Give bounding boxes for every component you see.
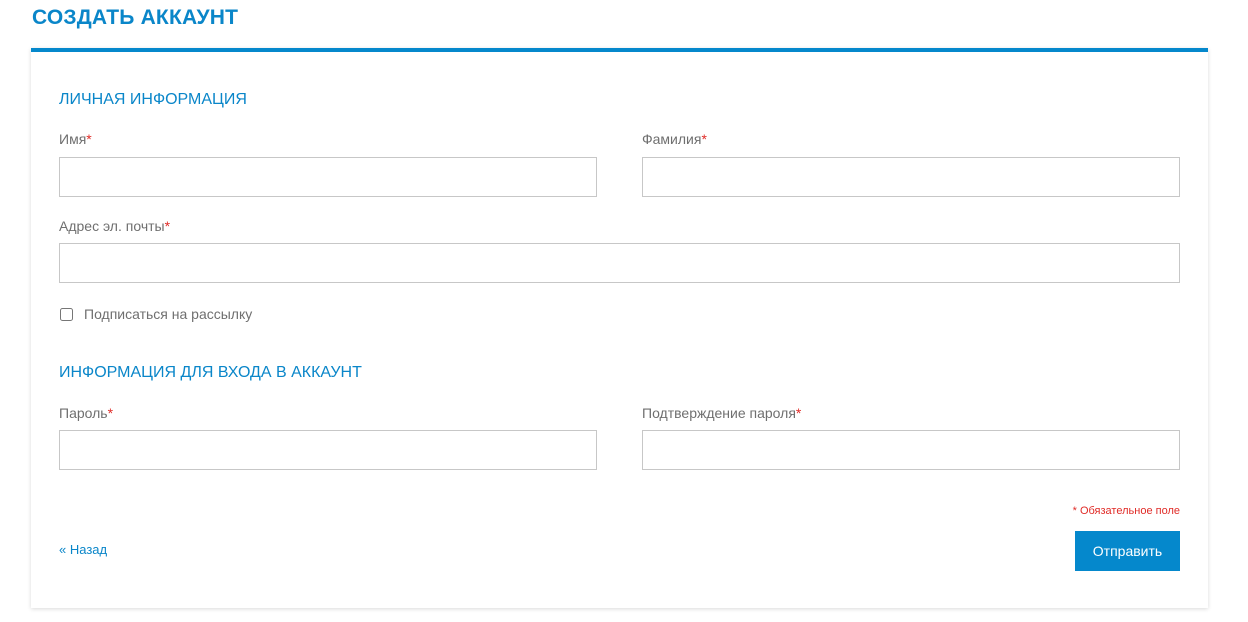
- email-label: Адрес эл. почты*: [59, 218, 171, 234]
- first-name-label: Имя*: [59, 131, 92, 147]
- confirm-password-input[interactable]: [642, 430, 1180, 470]
- last-name-input[interactable]: [642, 157, 1180, 197]
- first-name-input[interactable]: [59, 157, 597, 197]
- login-info-heading: ИНФОРМАЦИЯ ДЛЯ ВХОДА В АККАУНТ: [59, 364, 362, 381]
- password-input[interactable]: [59, 430, 597, 470]
- required-note: * Обязательное поле: [1072, 505, 1180, 517]
- confirm-password-label: Подтверждение пароля*: [642, 405, 802, 421]
- password-label: Пароль*: [59, 405, 114, 421]
- personal-info-heading: ЛИЧНАЯ ИНФОРМАЦИЯ: [59, 91, 247, 108]
- newsletter-label[interactable]: Подписаться на рассылку: [84, 306, 252, 322]
- submit-button[interactable]: Отправить: [1075, 531, 1180, 571]
- create-account-form: [31, 48, 1208, 608]
- page-title: СОЗДАТЬ АККАУНТ: [32, 6, 239, 29]
- newsletter-checkbox[interactable]: [60, 308, 73, 321]
- last-name-label: Фамилия*: [642, 131, 707, 147]
- email-input[interactable]: [59, 243, 1180, 283]
- back-link[interactable]: « Назад: [59, 542, 107, 557]
